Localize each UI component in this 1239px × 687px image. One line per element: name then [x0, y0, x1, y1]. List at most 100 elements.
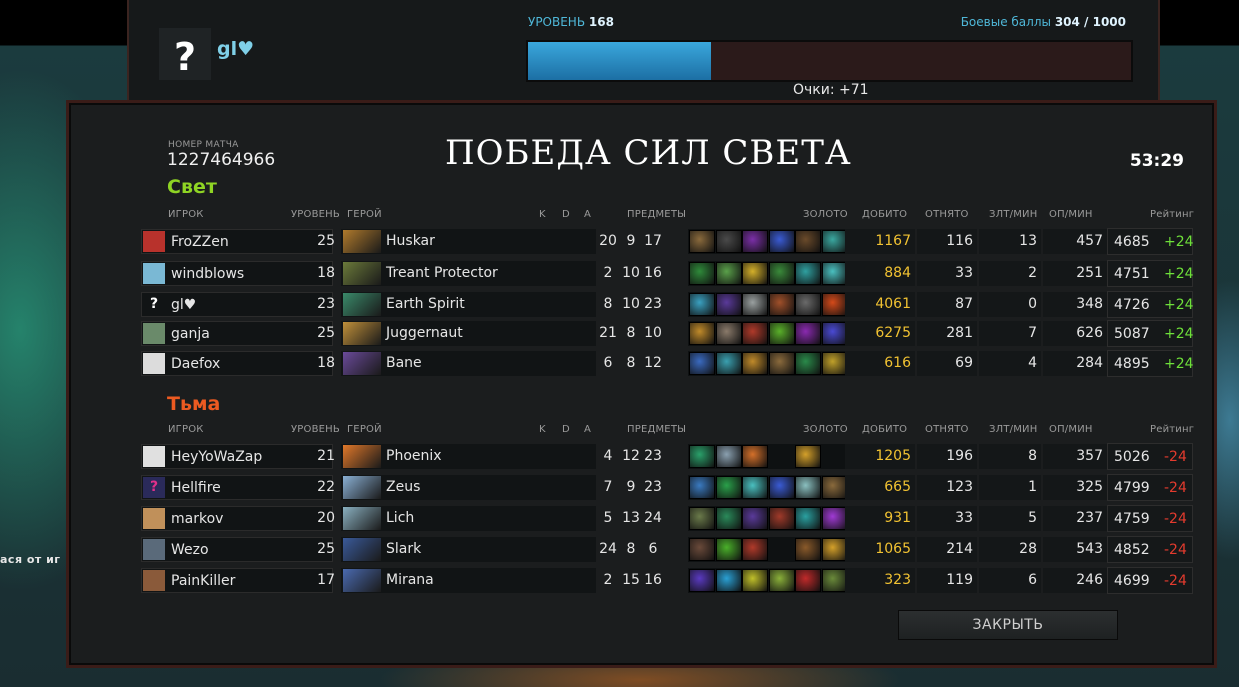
item-icon[interactable] [768, 262, 795, 285]
player-name[interactable]: FroZZen [171, 230, 229, 255]
player-name[interactable]: gl♥ [171, 293, 196, 318]
item-icon[interactable] [821, 507, 848, 530]
item-icon[interactable] [742, 507, 768, 530]
item-icon[interactable] [715, 293, 742, 316]
item-icon[interactable] [715, 507, 742, 530]
item-icon[interactable] [795, 262, 821, 285]
item-icon[interactable] [821, 262, 848, 285]
item-icon[interactable] [742, 352, 768, 375]
item-icon[interactable] [715, 476, 742, 499]
col-header-gpm[interactable]: ЗЛТ/МИН [989, 424, 1037, 435]
player-cell[interactable]: ? gl♥ [141, 292, 333, 317]
col-header-level[interactable]: УРОВЕНЬ [291, 209, 340, 220]
hero-cell[interactable]: Earth Spirit [341, 292, 596, 317]
item-icon[interactable] [821, 538, 848, 561]
col-header-hero[interactable]: ГЕРОЙ [347, 424, 382, 435]
player-cell[interactable]: FroZZen [141, 229, 333, 254]
item-icon[interactable] [768, 476, 795, 499]
player-cell[interactable]: ganja [141, 321, 333, 346]
col-header-rating[interactable]: Рейтинг [1150, 209, 1194, 220]
col-header-level[interactable]: УРОВЕНЬ [291, 424, 340, 435]
item-icon[interactable] [821, 476, 848, 499]
col-header-kills[interactable]: K [539, 424, 546, 435]
item-icon[interactable] [742, 262, 768, 285]
col-header-last-hits[interactable]: ДОБИТО [862, 424, 907, 435]
hero-cell[interactable]: Mirana [341, 568, 596, 593]
player-cell[interactable]: markov [141, 506, 333, 531]
player-cell[interactable]: HeyYoWaZap [141, 444, 333, 469]
col-header-player[interactable]: ИГРОК [168, 424, 204, 435]
item-icon[interactable] [689, 352, 715, 375]
player-cell[interactable]: windblows [141, 261, 333, 286]
hero-cell[interactable]: Huskar [341, 229, 596, 254]
item-icon[interactable] [795, 322, 821, 345]
hero-cell[interactable]: Lich [341, 506, 596, 531]
item-icon[interactable] [689, 569, 715, 592]
item-icon[interactable] [768, 352, 795, 375]
col-header-gold[interactable]: ЗОЛОТО [803, 424, 848, 435]
item-icon[interactable] [689, 230, 715, 253]
item-icon[interactable] [768, 507, 795, 530]
item-icon[interactable] [795, 352, 821, 375]
item-icon[interactable] [742, 569, 768, 592]
item-icon[interactable] [689, 476, 715, 499]
player-name[interactable]: Hellfire [171, 476, 221, 501]
col-header-hero[interactable]: ГЕРОЙ [347, 209, 382, 220]
col-header-last-hits[interactable]: ДОБИТО [862, 209, 907, 220]
item-icon[interactable] [715, 322, 742, 345]
item-icon[interactable] [795, 230, 821, 253]
item-icon[interactable] [768, 293, 795, 316]
item-icon[interactable] [768, 230, 795, 253]
hero-cell[interactable]: Bane [341, 351, 596, 376]
player-cell[interactable]: PainKiller [141, 568, 333, 593]
player-name[interactable]: windblows [171, 262, 244, 287]
item-icon[interactable] [742, 293, 768, 316]
item-icon[interactable] [742, 230, 768, 253]
player-name[interactable]: ganja [171, 322, 210, 347]
item-icon[interactable] [821, 322, 848, 345]
player-name[interactable]: HeyYoWaZap [171, 445, 262, 470]
item-icon[interactable] [821, 230, 848, 253]
col-header-denies[interactable]: ОТНЯТО [925, 209, 969, 220]
hero-cell[interactable]: Zeus [341, 475, 596, 500]
col-header-assists[interactable]: A [584, 424, 591, 435]
player-name[interactable]: markov [171, 507, 223, 532]
item-icon[interactable] [742, 538, 768, 561]
item-icon[interactable] [742, 476, 768, 499]
item-icon[interactable] [821, 352, 848, 375]
item-icon[interactable] [768, 569, 795, 592]
player-name[interactable]: Daefox [171, 352, 220, 377]
col-header-gold[interactable]: ЗОЛОТО [803, 209, 848, 220]
col-header-player[interactable]: ИГРОК [168, 209, 204, 220]
item-icon[interactable] [689, 538, 715, 561]
item-icon[interactable] [795, 569, 821, 592]
close-button[interactable]: ЗАКРЫТЬ [898, 610, 1118, 640]
item-icon[interactable] [795, 538, 821, 561]
item-icon[interactable] [821, 293, 848, 316]
col-header-xpm[interactable]: ОП/МИН [1049, 424, 1093, 435]
item-icon[interactable] [795, 293, 821, 316]
hero-cell[interactable]: Juggernaut [341, 321, 596, 346]
player-cell[interactable]: Wezo [141, 537, 333, 562]
col-header-items[interactable]: ПРЕДМЕТЫ [627, 424, 686, 435]
item-icon[interactable] [742, 445, 768, 468]
item-icon[interactable] [768, 322, 795, 345]
item-icon[interactable] [689, 293, 715, 316]
col-header-rating[interactable]: Рейтинг [1150, 424, 1194, 435]
item-icon[interactable] [689, 445, 715, 468]
item-icon[interactable] [742, 322, 768, 345]
player-cell[interactable]: ? Hellfire [141, 475, 333, 500]
item-icon[interactable] [689, 507, 715, 530]
player-cell[interactable]: Daefox [141, 351, 333, 376]
hero-cell[interactable]: Treant Protector [341, 261, 596, 286]
item-icon[interactable] [795, 476, 821, 499]
hero-cell[interactable]: Phoenix [341, 444, 596, 469]
col-header-deaths[interactable]: D [562, 424, 570, 435]
player-name[interactable]: Wezo [171, 538, 209, 563]
item-icon[interactable] [715, 538, 742, 561]
item-icon[interactable] [795, 507, 821, 530]
col-header-assists[interactable]: A [584, 209, 591, 220]
col-header-items[interactable]: ПРЕДМЕТЫ [627, 209, 686, 220]
player-name[interactable]: PainKiller [171, 569, 235, 594]
item-icon[interactable] [715, 230, 742, 253]
